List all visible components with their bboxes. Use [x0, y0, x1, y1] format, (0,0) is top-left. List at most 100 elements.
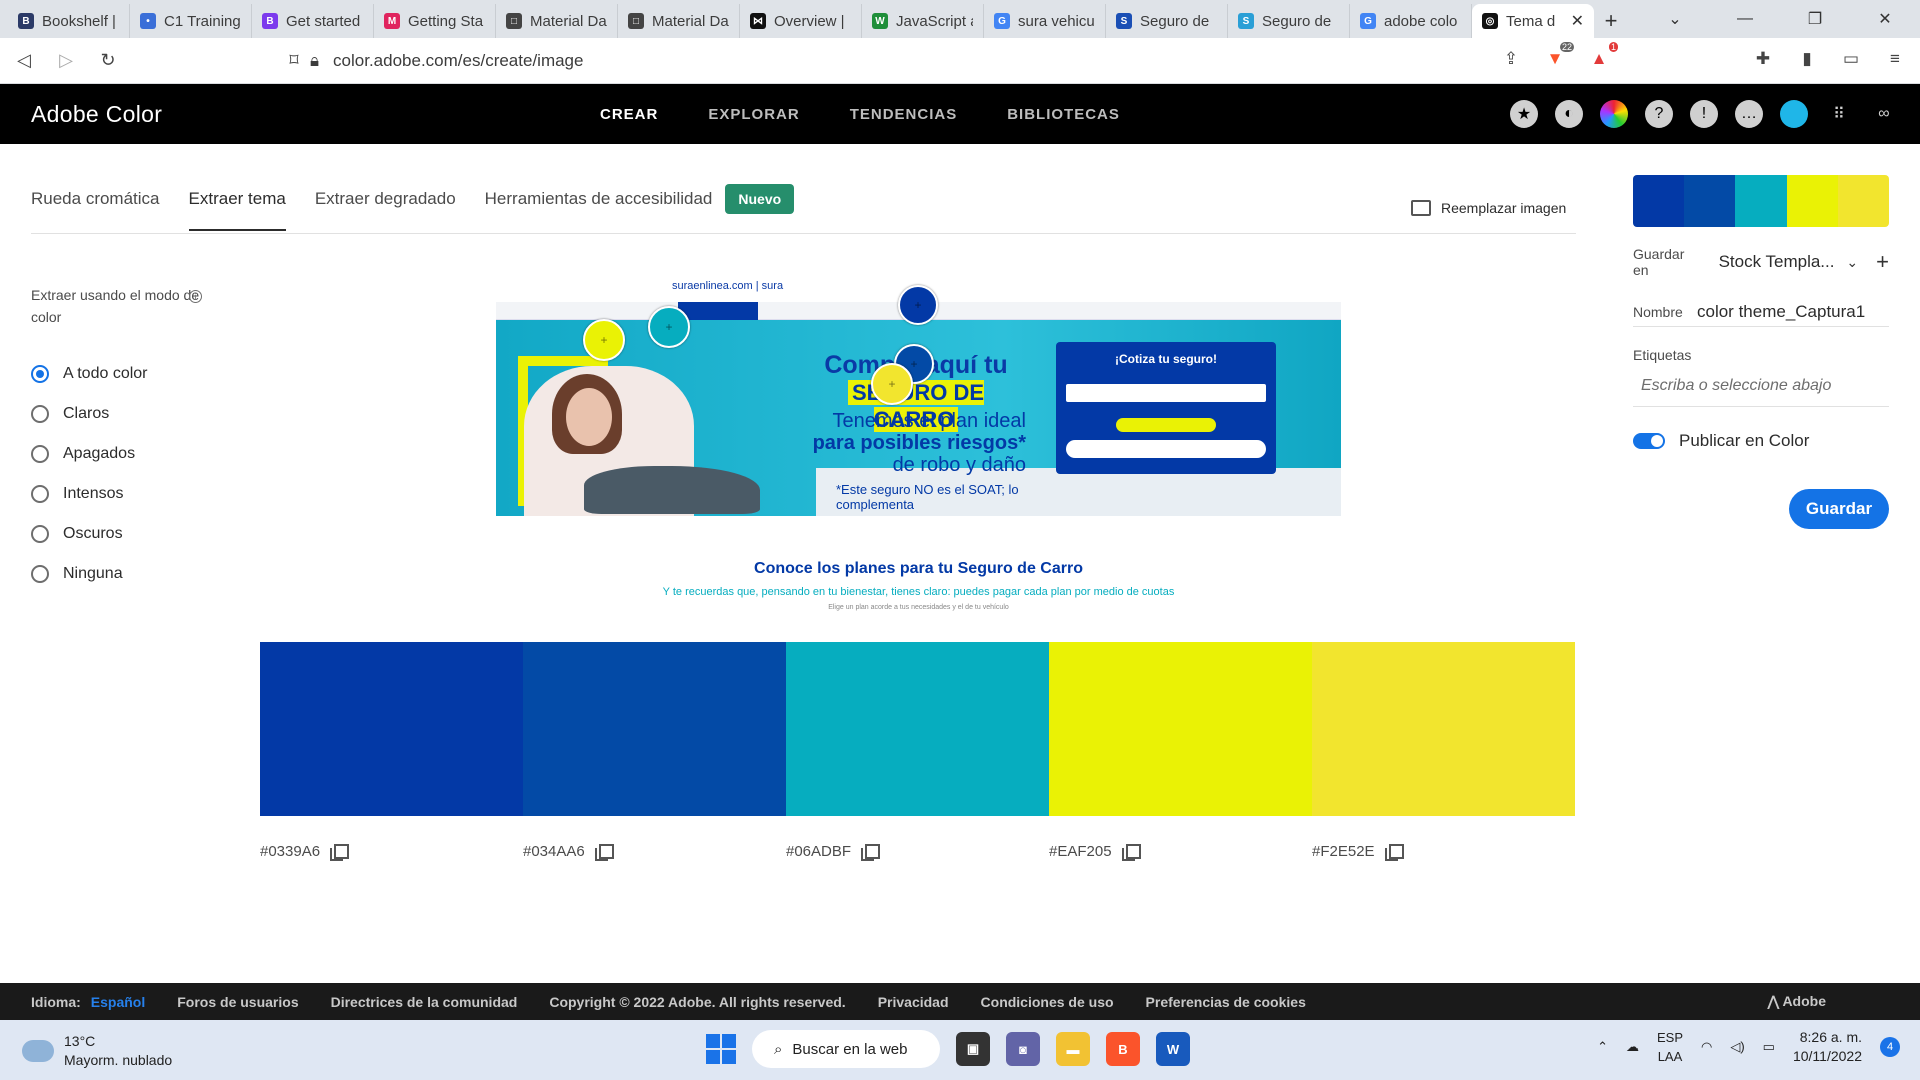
footer-link-guidelines[interactable]: Directrices de la comunidad — [331, 994, 518, 1010]
tab-search-icon[interactable]: ⌄ — [1640, 0, 1710, 38]
nav-crear[interactable]: CREAR — [600, 106, 658, 123]
browser-tab[interactable]: B Get started — [252, 4, 374, 38]
volume-icon[interactable]: ◁) — [1730, 1039, 1744, 1055]
nav-tendencias[interactable]: TENDENCIAS — [850, 106, 958, 123]
color-swatch[interactable] — [1049, 642, 1312, 816]
color-swatch[interactable] — [786, 642, 1049, 816]
chevron-down-icon[interactable]: ⌄ — [1846, 254, 1858, 271]
close-window-button[interactable]: ✕ — [1850, 0, 1920, 38]
nav-bibliotecas[interactable]: BIBLIOTECAS — [1007, 106, 1120, 123]
color-wheel-icon[interactable] — [1600, 100, 1628, 128]
adobe-footer-logo[interactable]: ⋀ Adobe — [1768, 993, 1858, 1010]
teams-chat-icon[interactable]: ◙ — [1006, 1032, 1040, 1066]
browser-tab[interactable]: M Getting Sta — [374, 4, 496, 38]
chat-icon[interactable]: … — [1735, 100, 1763, 128]
radio-button[interactable] — [31, 365, 49, 383]
hex-code[interactable]: #F2E52E — [1312, 843, 1375, 860]
forward-button[interactable]: ▷ — [48, 43, 84, 79]
windows-start-icon[interactable] — [706, 1034, 736, 1064]
new-tab-button[interactable]: + — [1594, 4, 1628, 38]
info-icon[interactable]: i — [189, 290, 202, 303]
avatar[interactable] — [1780, 100, 1808, 128]
browser-tab[interactable]: □ Material Da — [496, 4, 618, 38]
word-icon[interactable]: W — [1156, 1032, 1190, 1066]
reload-button[interactable]: ↻ — [90, 43, 126, 79]
input-language[interactable]: ESP LAA — [1657, 1028, 1683, 1066]
sidebar-icon[interactable]: ▮ — [1792, 44, 1822, 74]
back-button[interactable]: ◁ — [6, 43, 42, 79]
publish-toggle[interactable] — [1633, 433, 1665, 449]
browser-tab[interactable]: Gsura vehicu — [984, 4, 1106, 38]
nav-explorar[interactable]: EXPLORAR — [708, 106, 799, 123]
color-picker-4[interactable]: + — [583, 319, 625, 361]
apps-grid-icon[interactable]: ⠿ — [1825, 100, 1853, 128]
bookmark-icon[interactable]: ⌑ — [276, 43, 312, 79]
color-picker-5[interactable]: + — [871, 363, 913, 405]
url-field[interactable]: 🔒︎ color.adobe.com/es/create/image — [310, 38, 583, 84]
footer-link-terms[interactable]: Condiciones de uso — [981, 994, 1114, 1010]
save-button[interactable]: Guardar — [1789, 489, 1889, 529]
creative-cloud-icon[interactable]: ∞ — [1870, 100, 1898, 128]
tab-extract-gradient[interactable]: Extraer degradado — [315, 189, 456, 209]
radio-button[interactable] — [31, 445, 49, 463]
library-select[interactable]: Stock Templa... — [1719, 252, 1837, 272]
language-selector[interactable]: Español — [91, 994, 145, 1010]
add-library-button[interactable]: + — [1876, 249, 1889, 275]
brave-shields-icon[interactable]: ▼ 22 — [1540, 42, 1574, 74]
tab-extract-theme[interactable]: Extraer tema — [188, 189, 287, 231]
notifications-badge[interactable]: 4 — [1880, 1037, 1900, 1057]
color-mode-option[interactable]: Apagados — [31, 434, 211, 474]
name-field[interactable]: color theme_Captura1 — [1697, 302, 1865, 322]
weather-widget[interactable]: 13°C Mayorm. nublado — [22, 1032, 172, 1070]
contrast-icon[interactable]: ◐ — [1555, 100, 1583, 128]
browser-tab[interactable]: ⋈ Overview | — [740, 4, 862, 38]
chevron-up-icon[interactable]: ⌃ — [1597, 1039, 1608, 1055]
close-tab-icon[interactable]: ✕ — [1571, 11, 1584, 31]
hex-code[interactable]: #06ADBF — [786, 843, 851, 860]
copy-icon[interactable] — [1384, 843, 1404, 861]
color-mode-option[interactable]: Oscuros — [31, 514, 211, 554]
brave-browser-icon[interactable]: B — [1106, 1032, 1140, 1066]
tab-accessibility-tools[interactable]: Herramientas de accesibilidad — [485, 189, 713, 209]
brand-logo[interactable]: Adobe Color — [31, 101, 162, 128]
alert-icon[interactable]: ! — [1690, 100, 1718, 128]
footer-link-cookies[interactable]: Preferencias de cookies — [1146, 994, 1306, 1010]
minimize-button[interactable]: — — [1710, 0, 1780, 38]
radio-button[interactable] — [31, 485, 49, 503]
color-swatch[interactable] — [1312, 642, 1575, 816]
color-picker-3[interactable]: + — [648, 306, 690, 348]
share-icon[interactable]: ⇪ — [1496, 44, 1526, 74]
file-explorer-icon[interactable]: ▬ — [1056, 1032, 1090, 1066]
browser-tab[interactable]: • C1 Training — [130, 4, 252, 38]
browser-tab[interactable]: W JavaScript a — [862, 4, 984, 38]
radio-button[interactable] — [31, 565, 49, 583]
brave-rewards-icon[interactable]: ▲ 1 — [1584, 42, 1618, 74]
copy-icon[interactable] — [594, 843, 614, 861]
onedrive-icon[interactable]: ☁ — [1626, 1039, 1639, 1055]
color-swatch[interactable] — [260, 642, 523, 816]
battery-icon[interactable]: ▭ — [1763, 1039, 1775, 1055]
hex-code[interactable]: #EAF205 — [1049, 843, 1112, 860]
help-icon[interactable]: ? — [1645, 100, 1673, 128]
taskbar-search[interactable]: ⌕ Buscar en la web — [752, 1030, 940, 1068]
color-mode-option[interactable]: Ninguna — [31, 554, 211, 594]
color-swatch[interactable] — [523, 642, 786, 816]
extensions-icon[interactable]: ✚ — [1748, 44, 1778, 74]
hex-code[interactable]: #0339A6 — [260, 843, 320, 860]
clock[interactable]: 8:26 a. m. 10/11/2022 — [1793, 1028, 1862, 1066]
color-mode-option[interactable]: A todo color — [31, 354, 211, 394]
tags-input[interactable]: Escriba o seleccione abajo — [1633, 377, 1889, 407]
hex-code[interactable]: #034AA6 — [523, 843, 585, 860]
browser-tab[interactable]: Gadobe colo — [1350, 4, 1472, 38]
radio-button[interactable] — [31, 405, 49, 423]
maximize-button[interactable]: ❐ — [1780, 0, 1850, 38]
radio-button[interactable] — [31, 525, 49, 543]
copy-icon[interactable] — [1121, 843, 1141, 861]
browser-tab[interactable]: S Seguro de — [1106, 4, 1228, 38]
browser-tab[interactable]: B Bookshelf | — [8, 4, 130, 38]
menu-icon[interactable]: ≡ — [1880, 44, 1910, 74]
wallet-icon[interactable]: ▭ — [1836, 44, 1866, 74]
browser-tab[interactable]: S Seguro de — [1228, 4, 1350, 38]
copy-icon[interactable] — [330, 843, 350, 861]
browser-tab[interactable]: □ Material Da — [618, 4, 740, 38]
